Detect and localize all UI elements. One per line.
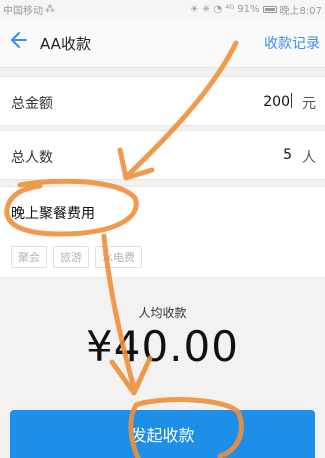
back-arrow-icon — [11, 32, 27, 48]
people-count-label: 总人数 — [11, 150, 53, 166]
sync-icon: ⁂ — [45, 3, 55, 15]
note-tags: 聚会 旅游 水电费 — [11, 246, 142, 268]
total-amount-value: 200 — [263, 94, 290, 110]
note-block: 晚上聚餐费用 聚会 旅游 水电费 — [0, 186, 325, 278]
status-left: 中国移动 ⁂ — [3, 2, 55, 17]
status-bar: 中国移动 ⁂ ☀ ✳ ◔ ⁴ᴳ 91% 晚上8:07 — [0, 0, 325, 18]
note-tag[interactable]: 水电费 — [95, 246, 142, 268]
total-amount-label: 总金额 — [11, 96, 53, 112]
battery-icon — [262, 5, 277, 13]
per-person-label: 人均收款 — [138, 306, 187, 320]
people-count-row[interactable]: 总人数 5 人 — [0, 130, 325, 180]
note-tag[interactable]: 旅游 — [53, 246, 89, 268]
people-count-unit: 人 — [302, 150, 316, 166]
per-person-amount: ¥40.00 — [86, 322, 239, 371]
people-count-input[interactable]: 5 — [283, 147, 292, 163]
total-amount-input[interactable]: 200 — [263, 93, 292, 110]
status-time: 晚上8:07 — [279, 5, 322, 17]
status-right: ☀ ✳ ◔ ⁴ᴳ 91% 晚上8:07 — [190, 2, 322, 17]
text-cursor — [291, 93, 292, 108]
note-input[interactable]: 晚上聚餐费用 — [11, 203, 95, 223]
total-amount-row[interactable]: 总金额 200 元 — [0, 76, 325, 126]
payment-records-link[interactable]: 收款记录 — [264, 33, 320, 53]
back-button[interactable] — [8, 30, 30, 54]
total-amount-unit: 元 — [302, 96, 316, 112]
note-tag[interactable]: 聚会 — [11, 246, 47, 268]
carrier-name: 中国移动 — [3, 5, 43, 17]
status-indicators-icon: ☀ ✳ ◔ ⁴ᴳ — [189, 3, 235, 15]
page-title: AA收款 — [40, 35, 91, 53]
start-collection-button[interactable]: 发起收款 — [10, 410, 315, 458]
navbar: AA收款 收款记录 — [0, 18, 325, 68]
battery-percent: 91% — [237, 3, 260, 15]
